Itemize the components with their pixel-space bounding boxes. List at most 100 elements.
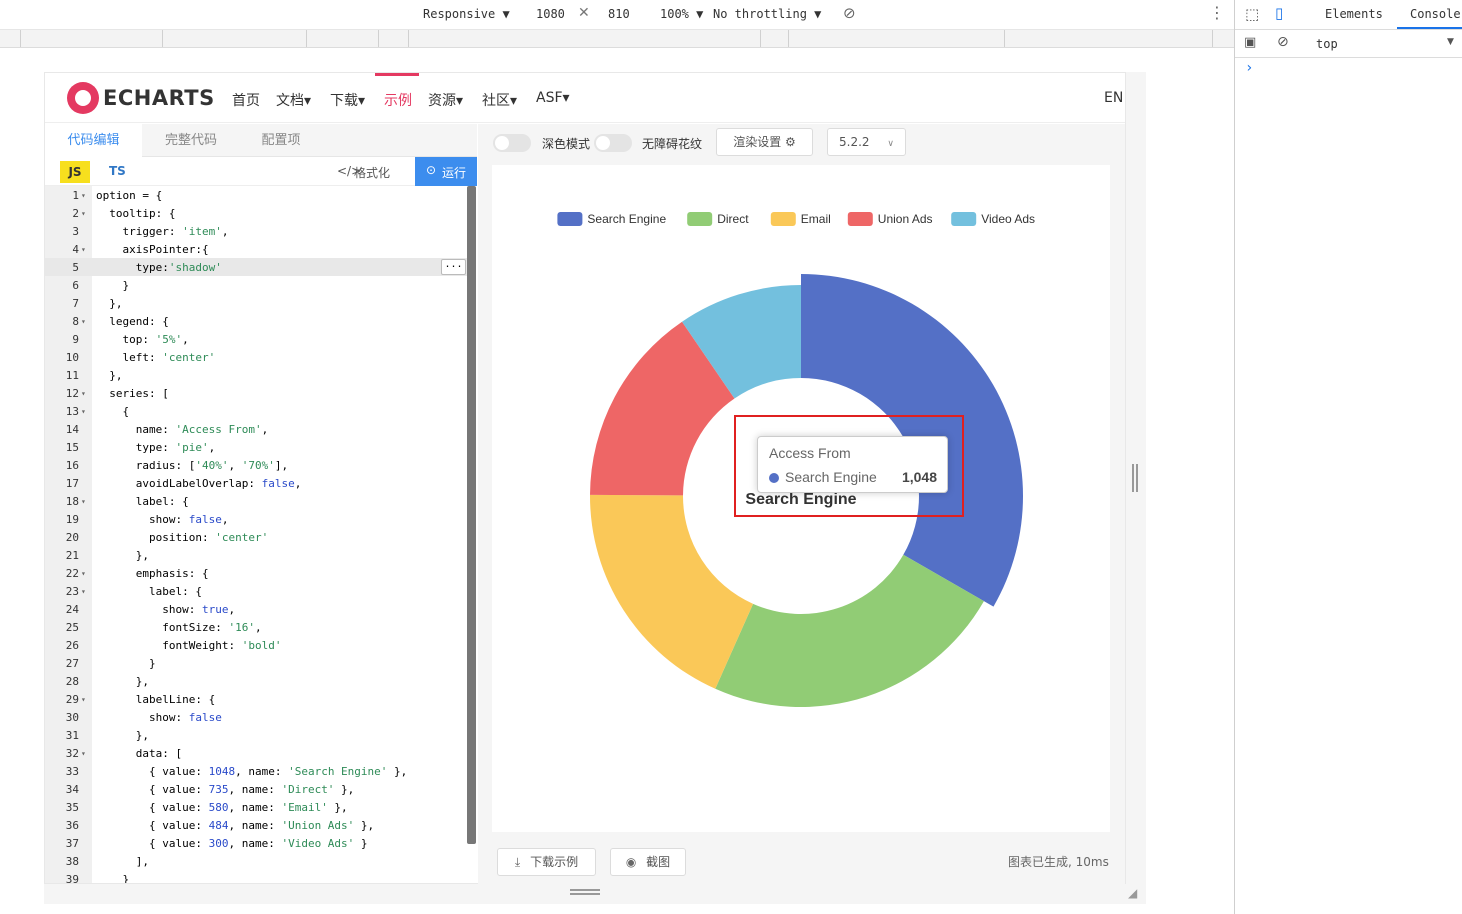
code-line[interactable]: 20 position: 'center': [45, 529, 469, 547]
nav-download[interactable]: 下载▾: [330, 90, 365, 110]
nav-home[interactable]: 首页: [232, 90, 260, 110]
code-line[interactable]: 9 top: '5%',: [45, 331, 469, 349]
fold-arrow-icon[interactable]: ▾: [81, 493, 86, 511]
nav-examples[interactable]: 示例: [384, 90, 412, 110]
nav-asf[interactable]: ASF▾: [536, 90, 570, 106]
code-line[interactable]: 29 ▾ labelLine: {: [45, 691, 469, 709]
height-input[interactable]: 810: [608, 7, 630, 21]
legend-swatch[interactable]: [687, 212, 713, 226]
tab-console[interactable]: Console: [1410, 7, 1461, 21]
code-line[interactable]: 13 ▾ {: [45, 403, 469, 421]
ts-button[interactable]: TS: [109, 164, 126, 178]
screenshot-button[interactable]: ◉ 截图: [610, 848, 686, 876]
legend-swatch[interactable]: [770, 212, 796, 226]
zoom-select[interactable]: 100% ▼: [660, 7, 703, 21]
code-line[interactable]: 8 ▾ legend: {: [45, 313, 469, 331]
code-line[interactable]: 3 trigger: 'item',: [45, 223, 469, 241]
code-line[interactable]: 32 ▾ data: [: [45, 745, 469, 763]
dark-mode-toggle[interactable]: [493, 134, 531, 152]
chevron-down-icon[interactable]: ▼: [1447, 37, 1454, 47]
fold-arrow-icon[interactable]: ▾: [81, 205, 86, 223]
code-line[interactable]: 23 ▾ label: {: [45, 583, 469, 601]
render-settings-button[interactable]: 渲染设置 ⚙: [716, 128, 813, 156]
sidebar-toggle-icon[interactable]: ▣: [1244, 35, 1256, 50]
device-select[interactable]: Responsive ▼: [423, 7, 510, 21]
code-line[interactable]: 38 ],: [45, 853, 469, 871]
code-line[interactable]: 11 },: [45, 367, 469, 385]
device-toggle-icon[interactable]: ▯: [1275, 4, 1283, 22]
legend-swatch[interactable]: [557, 212, 583, 226]
code-line[interactable]: 25 fontSize: '16',: [45, 619, 469, 637]
code-line[interactable]: 24 show: true,: [45, 601, 469, 619]
resize-handle-right[interactable]: [1126, 72, 1146, 904]
code-line[interactable]: 19 show: false,: [45, 511, 469, 529]
legend-label[interactable]: Direct: [717, 212, 749, 226]
nav-community[interactable]: 社区▾: [482, 90, 517, 110]
code-line[interactable]: 21 },: [45, 547, 469, 565]
console-prompt[interactable]: ›: [1245, 60, 1253, 76]
legend-label[interactable]: Search Engine: [587, 212, 666, 226]
nav-docs[interactable]: 文档▾: [276, 90, 311, 110]
code-line[interactable]: 27 }: [45, 655, 469, 673]
code-line[interactable]: 37 { value: 300, name: 'Video Ads' }: [45, 835, 469, 853]
fold-arrow-icon[interactable]: ▾: [81, 313, 86, 331]
code-line[interactable]: 22 ▾ emphasis: {: [45, 565, 469, 583]
legend-label[interactable]: Video Ads: [981, 212, 1035, 226]
download-example-button[interactable]: ⤓ 下载示例: [497, 848, 596, 876]
fold-arrow-icon[interactable]: ▾: [81, 583, 86, 601]
version-select[interactable]: 5.2.2 ∨: [827, 128, 906, 156]
fold-arrow-icon[interactable]: ▾: [81, 241, 86, 259]
tab-full-code[interactable]: 完整代码: [145, 124, 237, 157]
width-input[interactable]: 1080: [536, 7, 565, 21]
code-line[interactable]: 16 radius: ['40%', '70%'],: [45, 457, 469, 475]
legend-swatch[interactable]: [951, 212, 977, 226]
swap-dimensions-icon[interactable]: ✕: [578, 5, 590, 21]
fold-arrow-icon[interactable]: ▾: [81, 403, 86, 421]
resize-handle-bottom[interactable]: ◢: [44, 884, 1146, 904]
code-line[interactable]: 31 },: [45, 727, 469, 745]
nav-resources[interactable]: 资源▾: [428, 90, 463, 110]
code-line[interactable]: 34 { value: 735, name: 'Direct' },: [45, 781, 469, 799]
legend-swatch[interactable]: [847, 212, 873, 226]
tab-options[interactable]: 配置项: [237, 124, 325, 157]
code-line[interactable]: 1 ▾ option = {: [45, 187, 469, 205]
code-line[interactable]: 14 name: 'Access From',: [45, 421, 469, 439]
context-select[interactable]: top: [1316, 37, 1338, 51]
code-line[interactable]: 28 },: [45, 673, 469, 691]
code-line[interactable]: 6 }: [45, 277, 469, 295]
code-line[interactable]: 35 { value: 580, name: 'Email' },: [45, 799, 469, 817]
logo-text[interactable]: ECHARTS: [103, 86, 215, 110]
code-line[interactable]: 26 fontWeight: 'bold': [45, 637, 469, 655]
code-line[interactable]: 18 ▾ label: {: [45, 493, 469, 511]
editor-scrollbar[interactable]: [467, 186, 476, 844]
code-line[interactable]: 5 type:'shadow': [45, 259, 469, 277]
more-options-icon[interactable]: ⋮: [1209, 3, 1225, 22]
tab-code-edit[interactable]: 代码编辑: [45, 124, 142, 157]
logo-icon[interactable]: [67, 82, 99, 114]
code-line[interactable]: 10 left: 'center': [45, 349, 469, 367]
rotate-icon[interactable]: ⊘: [843, 4, 856, 22]
code-line[interactable]: 4 ▾ axisPointer:{: [45, 241, 469, 259]
format-button[interactable]: 格式化: [354, 164, 390, 181]
fold-arrow-icon[interactable]: ▾: [81, 691, 86, 709]
code-line[interactable]: 33 { value: 1048, name: 'Search Engine' …: [45, 763, 469, 781]
clear-console-icon[interactable]: ⊘: [1277, 34, 1289, 50]
fold-arrow-icon[interactable]: ▾: [81, 565, 86, 583]
fold-arrow-icon[interactable]: ▾: [81, 745, 86, 763]
run-button[interactable]: ⊙ 运行: [415, 157, 477, 186]
lang-switch[interactable]: EN: [1104, 90, 1123, 106]
accessibility-toggle[interactable]: [594, 134, 632, 152]
line-actions-button[interactable]: ...: [441, 259, 466, 275]
code-line[interactable]: 2 ▾ tooltip: {: [45, 205, 469, 223]
code-line[interactable]: 30 show: false: [45, 709, 469, 727]
code-line[interactable]: 36 { value: 484, name: 'Union Ads' },: [45, 817, 469, 835]
fold-arrow-icon[interactable]: ▾: [81, 385, 86, 403]
throttle-select[interactable]: No throttling ▼: [713, 7, 821, 21]
legend-label[interactable]: Union Ads: [878, 212, 933, 226]
code-editor[interactable]: 1 ▾ option = {2 ▾ tooltip: {3 trigger: 'ite…: [45, 186, 477, 883]
fold-arrow-icon[interactable]: ▾: [81, 187, 86, 205]
inspect-icon[interactable]: ⬚: [1245, 5, 1259, 23]
code-line[interactable]: 7 },: [45, 295, 469, 313]
legend-label[interactable]: Email: [801, 212, 831, 226]
code-line[interactable]: 15 type: 'pie',: [45, 439, 469, 457]
